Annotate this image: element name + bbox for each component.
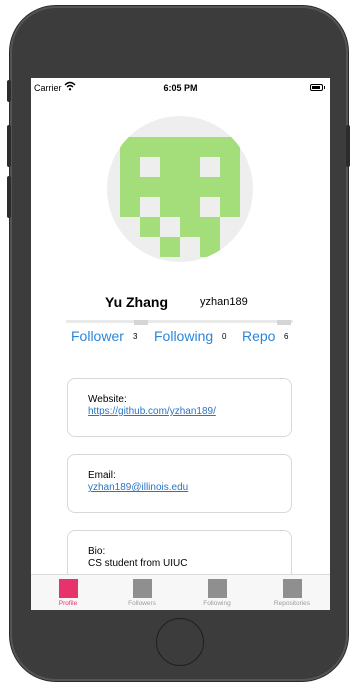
battery-tip bbox=[323, 86, 325, 89]
home-button[interactable] bbox=[156, 618, 204, 666]
following-count: 0 bbox=[222, 332, 227, 341]
volume-up-button bbox=[7, 125, 11, 167]
following-link[interactable]: Following bbox=[154, 328, 213, 344]
stats-divider bbox=[66, 320, 293, 323]
app-screen: Carrier 6:05 PM Yu Zhang yzhan189 Follow… bbox=[31, 78, 330, 610]
tab-following[interactable]: Following bbox=[180, 579, 254, 607]
avatar bbox=[107, 116, 253, 262]
profile-name: Yu Zhang bbox=[105, 294, 168, 310]
tab-followers[interactable]: Followers bbox=[105, 579, 179, 607]
profile-login: yzhan189 bbox=[200, 296, 248, 308]
following-tab-icon bbox=[207, 579, 227, 598]
tab-label: Following bbox=[203, 600, 231, 607]
bio-text: CS student from UIUC bbox=[88, 558, 188, 569]
battery-icon bbox=[310, 84, 323, 91]
email-label: Email: bbox=[88, 470, 116, 481]
follower-link[interactable]: Follower bbox=[71, 328, 124, 344]
power-button bbox=[346, 125, 350, 167]
status-bar: Carrier 6:05 PM bbox=[31, 78, 330, 98]
status-time: 6:05 PM bbox=[163, 83, 198, 93]
repo-link[interactable]: Repo bbox=[242, 328, 275, 344]
follower-count: 3 bbox=[133, 332, 138, 341]
email-card: Email: yzhan189@illinois.edu bbox=[67, 454, 292, 513]
tab-repositories[interactable]: Repositories bbox=[255, 579, 329, 607]
repo-count: 6 bbox=[284, 332, 289, 341]
website-link[interactable]: https://github.com/yzhan189/ bbox=[88, 406, 271, 418]
stats-divider-mark bbox=[134, 320, 148, 325]
tab-label: Profile bbox=[58, 600, 78, 607]
tab-profile[interactable]: Profile bbox=[31, 579, 105, 607]
tab-bar: Profile Followers Following Repositories bbox=[31, 574, 330, 610]
followers-tab-icon bbox=[132, 579, 152, 598]
mute-switch bbox=[7, 80, 11, 102]
repositories-tab-icon bbox=[282, 579, 302, 598]
tab-label: Followers bbox=[128, 600, 156, 607]
volume-down-button bbox=[7, 176, 11, 218]
email-link[interactable]: yzhan189@illinois.edu bbox=[88, 482, 271, 494]
tab-label: Repositories bbox=[273, 600, 311, 607]
avatar-identicon bbox=[120, 137, 240, 257]
stats-divider-mark bbox=[277, 320, 291, 325]
website-label: Website: bbox=[88, 394, 127, 405]
website-card: Website: https://github.com/yzhan189/ bbox=[67, 378, 292, 437]
profile-tab-icon bbox=[58, 579, 78, 598]
bio-label: Bio: bbox=[88, 546, 106, 557]
